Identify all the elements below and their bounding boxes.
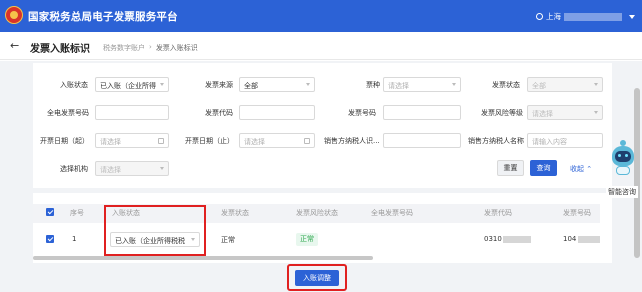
invoice-no-label: 发票号码 bbox=[348, 109, 376, 117]
reset-button[interactable]: 重置 bbox=[497, 160, 524, 176]
chevron-down-icon bbox=[306, 83, 310, 86]
date-start-placeholder: 请选择 bbox=[100, 138, 121, 146]
chevron-down-icon bbox=[594, 83, 598, 86]
date-end-placeholder: 请选择 bbox=[244, 138, 265, 146]
seller-name-input[interactable]: 请输入内容 bbox=[527, 133, 603, 148]
chevron-down-icon bbox=[452, 83, 456, 86]
entry-status-label: 入账状态 bbox=[60, 81, 88, 89]
page-header: ← 发票入账标识 税务数字账户 › 发票入账标识 bbox=[0, 32, 642, 60]
entry-adjust-button[interactable]: 入账调整 bbox=[295, 270, 339, 286]
select-all-checkbox[interactable] bbox=[46, 208, 54, 216]
date-end-picker[interactable]: 请选择 bbox=[239, 133, 315, 148]
col-invoice-status: 发票状态 bbox=[221, 209, 249, 217]
user-name-prefix: 上海 bbox=[546, 12, 561, 21]
risk-level-placeholder: 请选择 bbox=[532, 110, 553, 118]
full-invoice-no-input[interactable] bbox=[95, 105, 169, 120]
tax-emblem-logo bbox=[5, 6, 23, 24]
row-invoice-no-redacted bbox=[578, 236, 600, 243]
col-invoice-code: 发票代码 bbox=[484, 209, 512, 217]
risk-level-select[interactable]: 请选择 bbox=[527, 105, 603, 120]
breadcrumb-item-current: 发票入账标识 bbox=[155, 44, 198, 52]
row-invoice-code-redacted bbox=[503, 236, 531, 243]
robot-eye-left bbox=[618, 154, 621, 157]
org-label: 选择机构 bbox=[60, 165, 88, 173]
row-invoice-no: 104 bbox=[563, 235, 577, 243]
invoice-status-value: 全部 bbox=[532, 82, 546, 90]
user-icon bbox=[536, 13, 543, 20]
invoice-status-label: 发票状态 bbox=[492, 81, 520, 89]
chevron-down-icon bbox=[629, 14, 635, 19]
collapse-label: 收起 bbox=[570, 165, 584, 173]
ticket-type-select[interactable]: 请选择 bbox=[383, 77, 461, 92]
chevron-down-icon bbox=[594, 111, 598, 114]
seller-name-label: 销售方纳税人名称 bbox=[468, 137, 524, 145]
seller-tax-id-label: 销售方纳税人识... bbox=[324, 137, 380, 145]
invoice-code-input[interactable] bbox=[239, 105, 315, 120]
chevron-up-icon: ⌃ bbox=[586, 165, 593, 173]
entry-status-value: 已入账（企业所得 bbox=[100, 82, 156, 90]
invoice-source-value: 全部 bbox=[244, 82, 258, 90]
row-invoice-code: 0310 bbox=[484, 235, 502, 243]
invoice-code-label: 发票代码 bbox=[205, 109, 233, 117]
invoice-status-select[interactable]: 全部 bbox=[527, 77, 603, 92]
collapse-toggle[interactable]: 收起 ⌃ bbox=[570, 164, 592, 174]
invoice-no-input[interactable] bbox=[383, 105, 461, 120]
robot-eye-right bbox=[625, 154, 628, 157]
breadcrumb: 税务数字账户 › 发票入账标识 bbox=[103, 43, 198, 53]
date-start-picker[interactable]: 请选择 bbox=[95, 133, 169, 148]
breadcrumb-separator: › bbox=[149, 43, 152, 51]
row-checkbox[interactable] bbox=[46, 235, 54, 243]
col-full-invoice-no: 全电发票号码 bbox=[371, 209, 413, 217]
user-menu[interactable]: 上海 bbox=[536, 11, 635, 22]
chevron-down-icon bbox=[160, 83, 164, 86]
calendar-icon bbox=[304, 138, 310, 144]
risk-level-label: 发票风险等级 bbox=[481, 109, 523, 117]
col-index: 序号 bbox=[70, 209, 84, 217]
query-button[interactable]: 查询 bbox=[530, 160, 557, 176]
invoice-source-label: 发票来源 bbox=[205, 81, 233, 89]
user-name-redacted bbox=[564, 12, 622, 21]
ticket-type-placeholder: 请选择 bbox=[388, 82, 409, 90]
row-risk-status-badge: 正常 bbox=[296, 233, 318, 246]
seller-tax-id-input[interactable] bbox=[383, 133, 461, 148]
entry-status-select[interactable]: 已入账（企业所得 bbox=[95, 77, 169, 92]
col-invoice-no: 发票号码 bbox=[563, 209, 591, 217]
full-invoice-no-label: 全电发票号码 bbox=[47, 109, 89, 117]
date-start-label: 开票日期（起） bbox=[40, 137, 89, 145]
date-end-label: 开票日期（止） bbox=[185, 137, 234, 145]
highlight-entry-status-column bbox=[104, 205, 206, 256]
org-placeholder: 请选择 bbox=[100, 166, 121, 174]
org-select[interactable]: 请选择 bbox=[95, 161, 169, 176]
chevron-down-icon bbox=[160, 167, 164, 170]
platform-title: 国家税务总局电子发票服务平台 bbox=[28, 11, 178, 23]
ticket-type-label: 票种 bbox=[366, 81, 380, 89]
vertical-scrollbar[interactable] bbox=[634, 88, 640, 258]
horizontal-scrollbar[interactable] bbox=[33, 256, 373, 260]
page-title: 发票入账标识 bbox=[30, 44, 90, 55]
seller-name-placeholder: 请输入内容 bbox=[532, 138, 567, 146]
back-arrow-icon[interactable]: ← bbox=[10, 39, 19, 52]
invoice-source-select[interactable]: 全部 bbox=[239, 77, 315, 92]
robot-body bbox=[616, 166, 630, 175]
smart-consult-label[interactable]: 智能咨询 bbox=[606, 186, 638, 198]
breadcrumb-item-account[interactable]: 税务数字账户 bbox=[103, 43, 145, 53]
top-navbar: 国家税务总局电子发票服务平台 上海 bbox=[0, 0, 642, 32]
row-invoice-status: 正常 bbox=[221, 236, 235, 244]
col-risk-status: 发票风险状态 bbox=[296, 209, 338, 217]
row-index: 1 bbox=[72, 235, 77, 243]
calendar-icon bbox=[158, 138, 164, 144]
